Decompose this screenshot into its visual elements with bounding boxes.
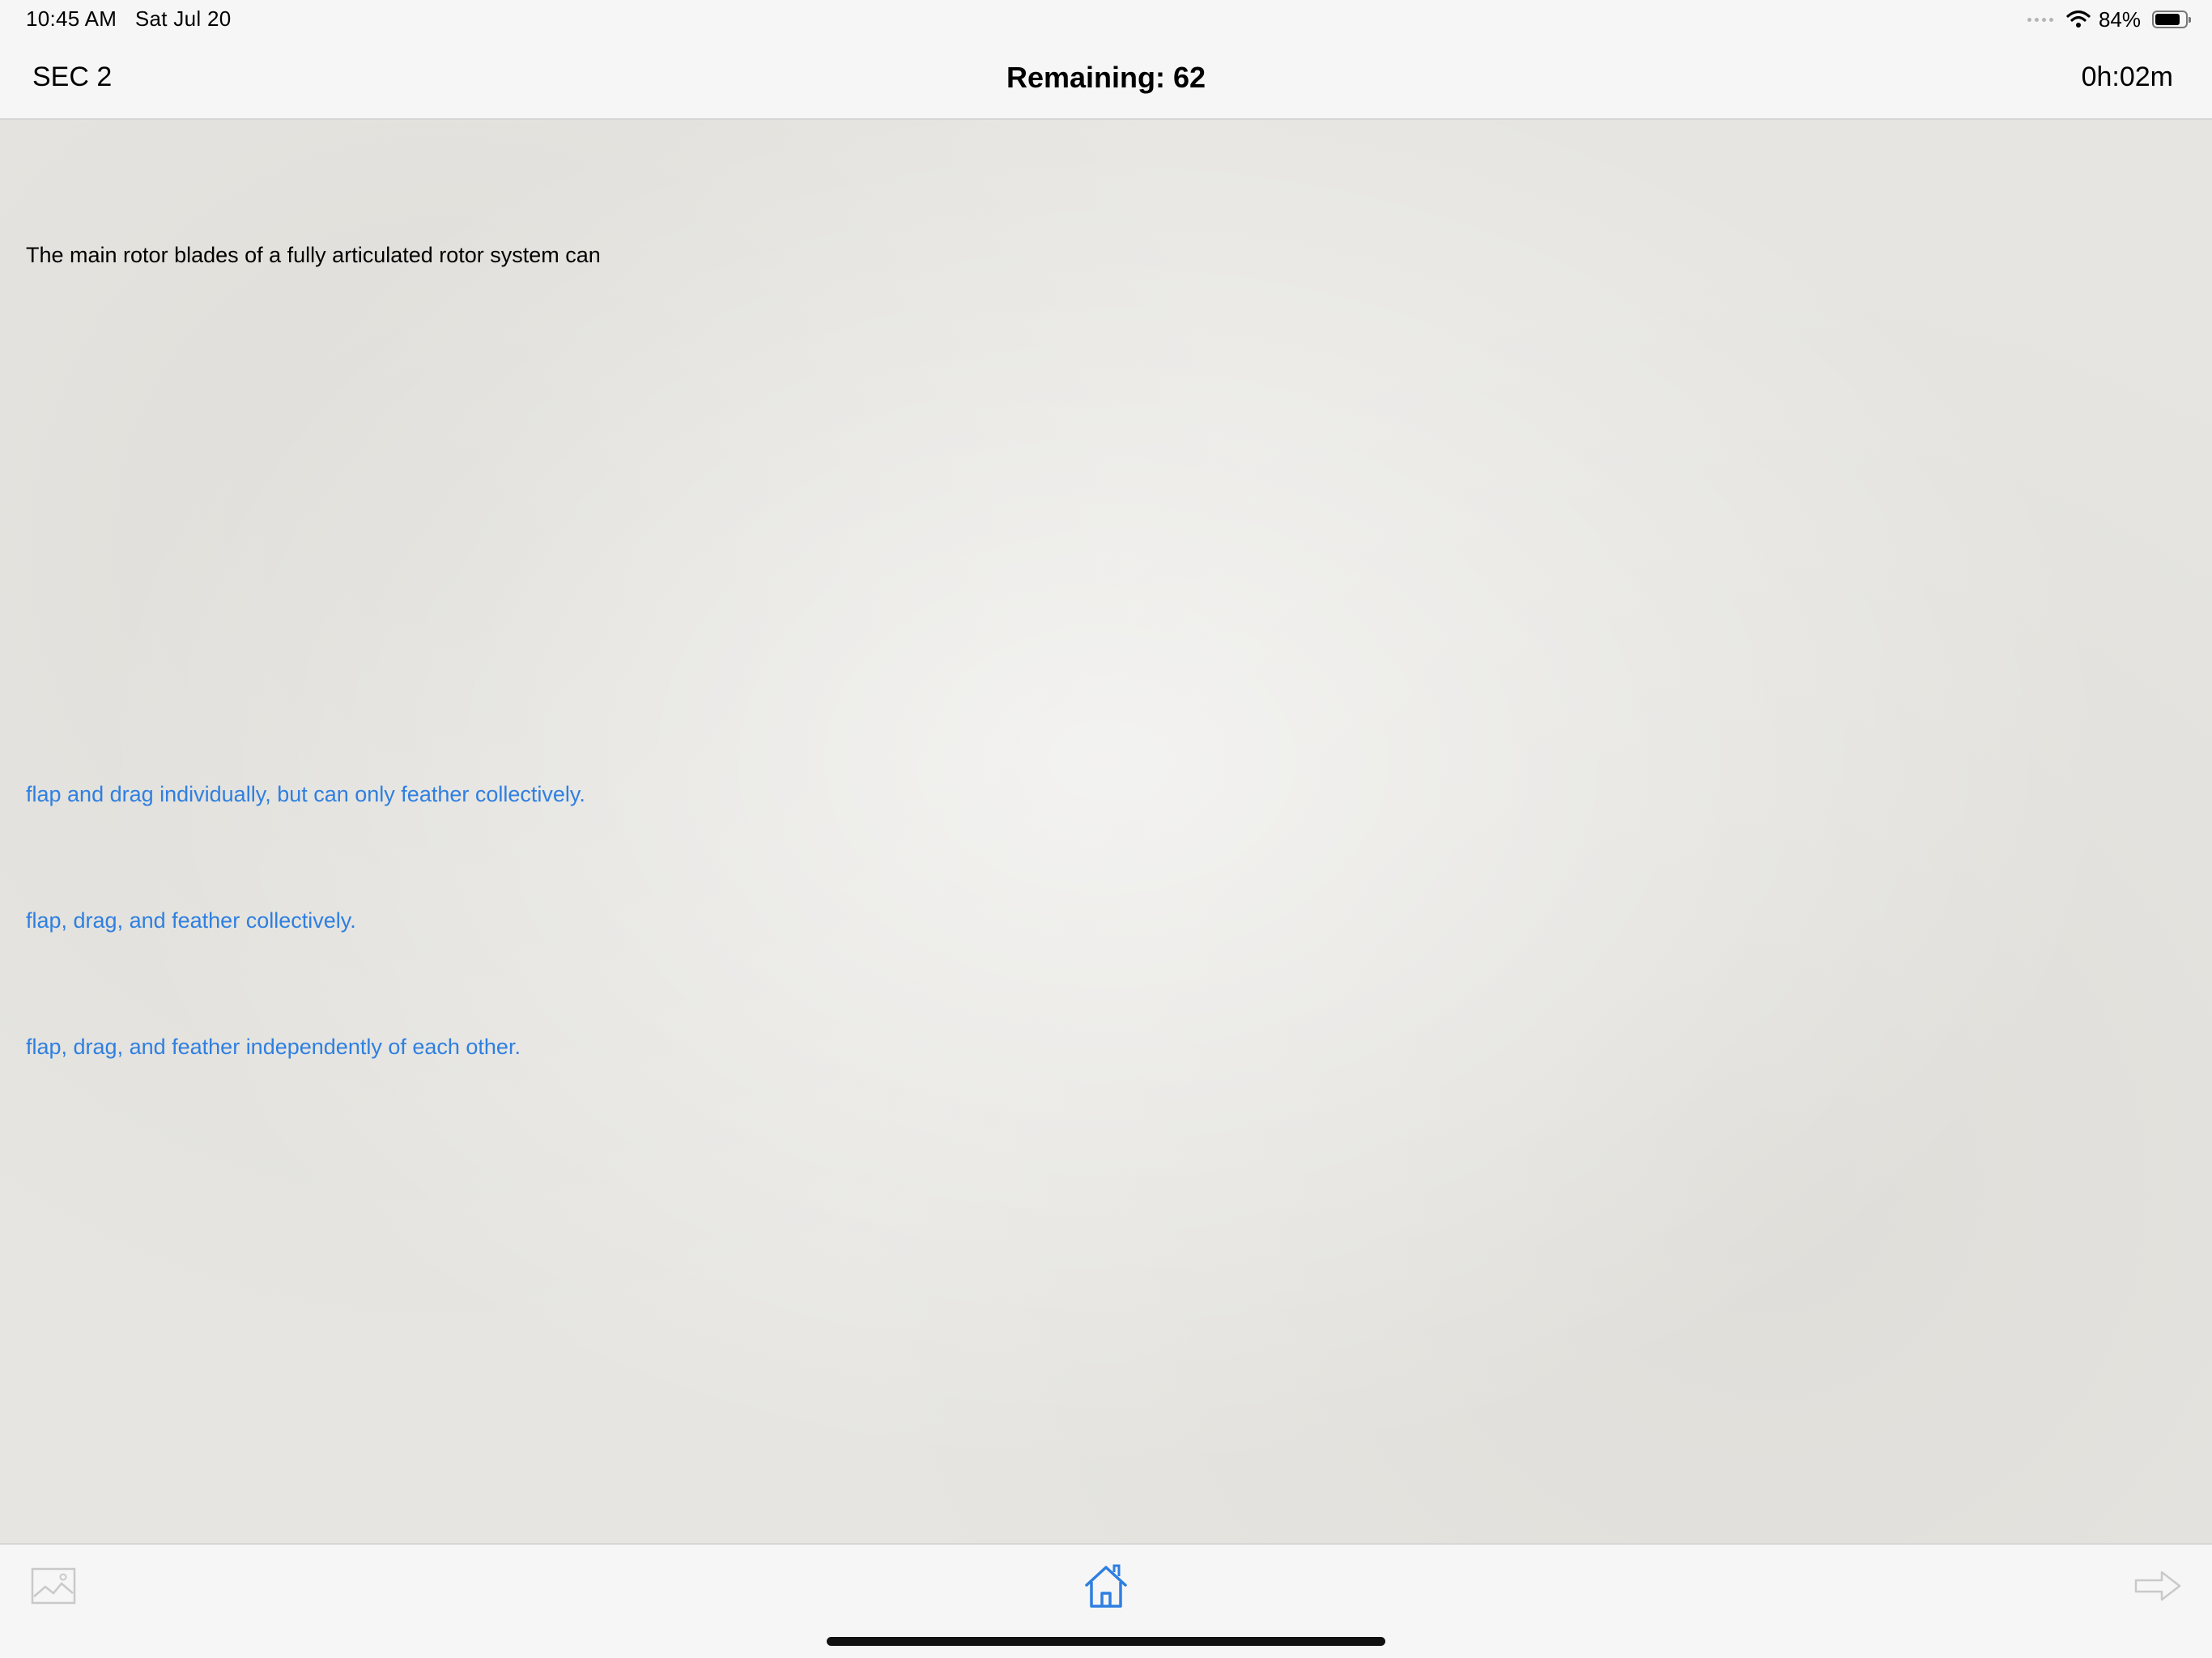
home-button[interactable] <box>1080 1561 1132 1613</box>
signal-dots-icon <box>2027 17 2053 22</box>
battery-cap <box>2189 17 2191 23</box>
next-button[interactable] <box>2133 1567 2183 1605</box>
bottom-toolbar <box>0 1543 2212 1658</box>
battery-icon <box>2152 11 2191 28</box>
status-time: 10:45 AM <box>26 6 117 31</box>
status-date: Sat Jul 20 <box>134 6 232 31</box>
battery-percent: 84% <box>2098 6 2141 32</box>
answer-option-1[interactable]: flap and drag individually, but can only… <box>26 782 585 807</box>
elapsed-timer: 0h:02m <box>2081 62 2173 92</box>
home-indicator[interactable] <box>827 1637 1385 1646</box>
wifi-icon <box>2066 10 2091 28</box>
answer-option-3[interactable]: flap, drag, and feather independently of… <box>26 1035 521 1060</box>
home-icon <box>1085 1564 1127 1608</box>
remaining-count: Remaining: 62 <box>1006 61 1206 94</box>
image-icon <box>31 1567 76 1605</box>
battery-fill <box>2155 14 2180 25</box>
image-button[interactable] <box>29 1566 78 1606</box>
arrow-right-icon <box>2134 1571 2181 1601</box>
question-area: The main rotor blades of a fully articul… <box>0 120 2212 1543</box>
navigation-bar: SEC 2 Remaining: 62 0h:02m <box>0 37 2212 120</box>
status-time-date: 10:45 AM Sat Jul 20 <box>26 6 231 32</box>
quiz-screen: 10:45 AM Sat Jul 20 84% SEC 2 Remaining:… <box>0 0 2212 1658</box>
status-bar: 10:45 AM Sat Jul 20 84% <box>0 0 2212 37</box>
question-text: The main rotor blades of a fully articul… <box>26 243 601 267</box>
status-indicators: 84% <box>2027 5 2191 34</box>
answer-option-2[interactable]: flap, drag, and feather collectively. <box>26 908 356 933</box>
